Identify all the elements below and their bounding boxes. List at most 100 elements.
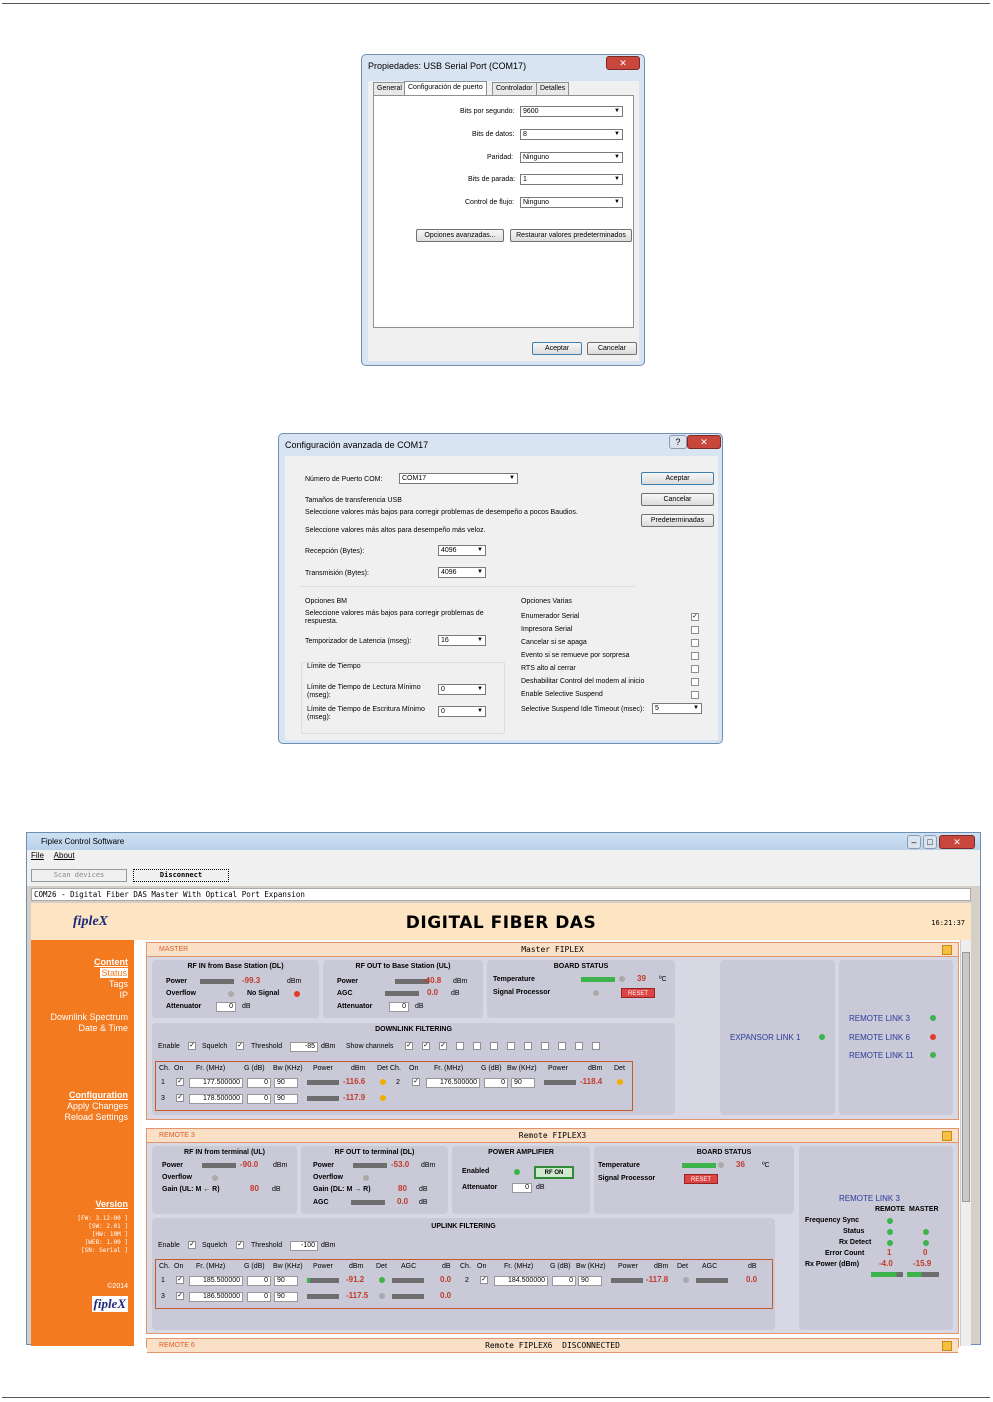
- baud-select[interactable]: 9600: [520, 106, 623, 117]
- close-icon[interactable]: ✕: [939, 835, 975, 849]
- show-channel-checkbox[interactable]: ✓: [405, 1042, 413, 1050]
- misc-option-checkbox[interactable]: [691, 678, 699, 686]
- attenuator-input[interactable]: 0: [512, 1183, 532, 1193]
- gain-input[interactable]: 0: [552, 1276, 576, 1286]
- show-channel-checkbox[interactable]: [575, 1042, 583, 1050]
- bandwidth-select[interactable]: 90: [578, 1276, 602, 1286]
- show-channel-checkbox[interactable]: [541, 1042, 549, 1050]
- enable-checkbox[interactable]: ✓: [188, 1042, 196, 1050]
- accept-button[interactable]: Aceptar: [532, 342, 582, 355]
- suspend-timeout-select[interactable]: 5: [652, 703, 702, 714]
- sidebar-item-spectrum[interactable]: Downlink Spectrum: [50, 1012, 128, 1022]
- close-icon[interactable]: ✕: [606, 56, 640, 70]
- maximize-icon[interactable]: □: [923, 835, 937, 849]
- gain-input[interactable]: 0: [247, 1292, 271, 1302]
- sidebar-item-reload[interactable]: Reload Settings: [64, 1112, 128, 1122]
- sidebar-item-datetime[interactable]: Date & Time: [78, 1023, 128, 1033]
- attenuator-input[interactable]: 0: [216, 1002, 236, 1012]
- transmit-select[interactable]: 4096: [438, 567, 486, 578]
- misc-option-checkbox[interactable]: [691, 665, 699, 673]
- latency-select[interactable]: 16: [438, 635, 486, 646]
- scroll-thumb[interactable]: [962, 952, 970, 1202]
- channel-on-checkbox[interactable]: ✓: [176, 1078, 184, 1086]
- close-icon[interactable]: ✕: [687, 435, 721, 449]
- bandwidth-select[interactable]: 90: [274, 1078, 298, 1088]
- threshold-input[interactable]: -100: [290, 1241, 318, 1251]
- bandwidth-select[interactable]: 90: [274, 1276, 298, 1286]
- show-channel-checkbox[interactable]: [490, 1042, 498, 1050]
- reset-button[interactable]: RESET: [621, 988, 655, 998]
- show-channel-checkbox[interactable]: [558, 1042, 566, 1050]
- show-channel-checkbox[interactable]: ✓: [439, 1042, 447, 1050]
- sidebar-item-ip[interactable]: IP: [119, 990, 128, 1000]
- misc-option-checkbox[interactable]: [691, 691, 699, 699]
- frequency-input[interactable]: 178.500000: [189, 1094, 243, 1104]
- threshold-input[interactable]: -85: [290, 1042, 318, 1052]
- sidebar-item-status[interactable]: Status: [100, 968, 128, 978]
- accept-button[interactable]: Aceptar: [641, 472, 714, 485]
- write-timeout-select[interactable]: 0: [438, 706, 486, 717]
- parity-select[interactable]: Ninguno: [520, 152, 623, 163]
- misc-option-checkbox[interactable]: [691, 639, 699, 647]
- restore-defaults-button[interactable]: Restaurar valores predeterminados: [510, 229, 632, 242]
- rf-on-button[interactable]: RF ON: [534, 1166, 574, 1179]
- show-channel-checkbox[interactable]: [524, 1042, 532, 1050]
- misc-option-checkbox[interactable]: ✓: [691, 613, 699, 621]
- bandwidth-select[interactable]: 90: [274, 1094, 298, 1104]
- show-channel-checkbox[interactable]: [507, 1042, 515, 1050]
- scrollbar[interactable]: [960, 940, 971, 1346]
- read-timeout-select[interactable]: 0: [438, 684, 486, 695]
- channel-on-checkbox[interactable]: ✓: [412, 1078, 420, 1086]
- show-channel-checkbox[interactable]: [456, 1042, 464, 1050]
- sidebar-item-tags[interactable]: Tags: [109, 979, 128, 989]
- gain-input[interactable]: 0: [247, 1078, 271, 1088]
- enable-checkbox[interactable]: ✓: [188, 1241, 196, 1249]
- receive-select[interactable]: 4096: [438, 545, 486, 556]
- cancel-button[interactable]: Cancelar: [641, 493, 714, 506]
- bandwidth-select[interactable]: 90: [274, 1292, 298, 1302]
- channel-on-checkbox[interactable]: ✓: [176, 1276, 184, 1284]
- attenuator-input[interactable]: 0: [389, 1002, 409, 1012]
- squelch-checkbox[interactable]: ✓: [236, 1042, 244, 1050]
- show-channel-checkbox[interactable]: [473, 1042, 481, 1050]
- gain-input[interactable]: 0: [484, 1078, 508, 1088]
- device-select[interactable]: COM26 - Digital Fiber DAS Master With Op…: [31, 888, 971, 901]
- tab-details[interactable]: Detalles: [536, 82, 570, 96]
- channel-on-checkbox[interactable]: ✓: [176, 1094, 184, 1102]
- squelch-checkbox[interactable]: ✓: [236, 1241, 244, 1249]
- frequency-input[interactable]: 184.500000: [494, 1276, 548, 1286]
- misc-option-checkbox[interactable]: [691, 652, 699, 660]
- collapse-icon[interactable]: [942, 1131, 952, 1141]
- misc-option-checkbox[interactable]: [691, 626, 699, 634]
- disconnect-button[interactable]: Disconnect: [133, 869, 229, 882]
- show-channel-checkbox[interactable]: [592, 1042, 600, 1050]
- tab-driver[interactable]: Controlador: [492, 82, 537, 96]
- scan-devices-button[interactable]: Scan devices: [31, 869, 127, 882]
- frequency-input[interactable]: 186.500000: [189, 1292, 243, 1302]
- collapse-icon[interactable]: [942, 1341, 952, 1351]
- stop-bits-select[interactable]: 1: [520, 174, 623, 185]
- channel-on-checkbox[interactable]: ✓: [176, 1292, 184, 1300]
- minimize-icon[interactable]: –: [907, 835, 921, 849]
- channel-on-checkbox[interactable]: ✓: [480, 1276, 488, 1284]
- bandwidth-select[interactable]: 90: [511, 1078, 535, 1088]
- gain-input[interactable]: 0: [247, 1094, 271, 1104]
- collapse-icon[interactable]: [942, 945, 952, 955]
- sidebar-item-apply[interactable]: Apply Changes: [67, 1101, 128, 1111]
- defaults-button[interactable]: Predeterminadas: [641, 514, 714, 527]
- menu-about[interactable]: About: [54, 851, 75, 860]
- show-channel-checkbox[interactable]: ✓: [422, 1042, 430, 1050]
- frequency-input[interactable]: 176.500000: [426, 1078, 480, 1088]
- data-bits-select[interactable]: 8: [520, 129, 623, 140]
- help-icon[interactable]: ?: [669, 435, 687, 449]
- com-port-select[interactable]: COM17: [399, 473, 518, 484]
- gain-input[interactable]: 0: [247, 1276, 271, 1286]
- tab-general[interactable]: General: [373, 82, 406, 96]
- flow-control-select[interactable]: Ninguno: [520, 197, 623, 208]
- cancel-button[interactable]: Cancelar: [587, 342, 637, 355]
- menu-file[interactable]: File: [31, 851, 44, 860]
- reset-button[interactable]: RESET: [684, 1174, 718, 1184]
- frequency-input[interactable]: 177.500000: [189, 1078, 243, 1088]
- advanced-options-button[interactable]: Opciones avanzadas...: [416, 229, 504, 242]
- frequency-input[interactable]: 185.500000: [189, 1276, 243, 1286]
